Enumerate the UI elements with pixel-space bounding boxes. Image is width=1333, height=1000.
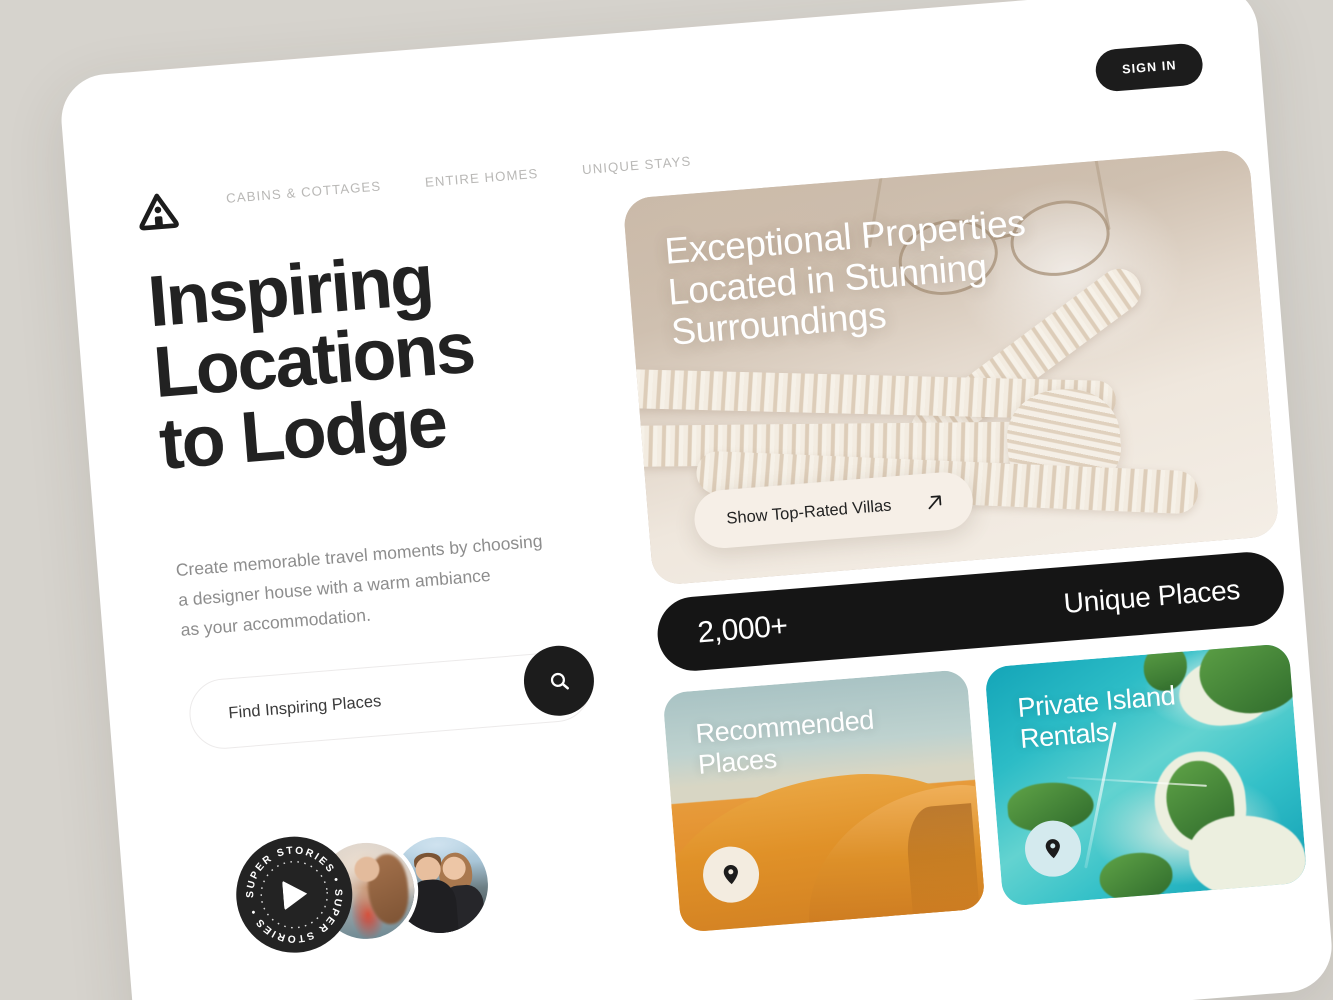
map-pin-icon bbox=[723, 865, 738, 885]
super-stories-cluster: SUPER STORIES • SUPER STORIES • bbox=[231, 817, 541, 971]
private-island-rentals-card[interactable]: Private Island Rentals bbox=[984, 643, 1308, 907]
nav-item-unique-stays[interactable]: UNIQUE STAYS bbox=[579, 149, 694, 181]
recommended-places-card[interactable]: Recommended Places bbox=[662, 669, 986, 933]
feature-property-card[interactable]: Exceptional Properties Located in Stunni… bbox=[622, 148, 1280, 586]
page-title: Inspiring Locations to Lodge bbox=[145, 234, 581, 485]
map-pin-icon bbox=[1045, 839, 1060, 859]
search-icon bbox=[550, 672, 569, 690]
play-icon bbox=[282, 878, 309, 911]
stats-label: Unique Places bbox=[1062, 573, 1242, 619]
arrow-up-right-icon bbox=[929, 495, 942, 510]
brand-logo[interactable] bbox=[133, 187, 183, 237]
super-stories-badge[interactable]: SUPER STORIES • SUPER STORIES • bbox=[231, 832, 357, 958]
screenshot-stage: CABINS & COTTAGES ENTIRE HOMES UNIQUE ST… bbox=[0, 0, 1333, 1000]
search-bar bbox=[186, 643, 597, 752]
page-card: CABINS & COTTAGES ENTIRE HOMES UNIQUE ST… bbox=[58, 0, 1333, 1000]
stats-count: 2,000+ bbox=[696, 609, 789, 650]
tent-house-logo-icon bbox=[139, 193, 179, 231]
nav-item-cabins-cottages[interactable]: CABINS & COTTAGES bbox=[223, 174, 384, 210]
sign-in-button[interactable]: SIGN IN bbox=[1094, 42, 1205, 93]
nav-item-entire-homes[interactable]: ENTIRE HOMES bbox=[422, 162, 541, 194]
hero-description: Create memorable travel moments by choos… bbox=[175, 523, 581, 645]
hero-cta-label: Show Top-Rated Villas bbox=[725, 496, 893, 528]
